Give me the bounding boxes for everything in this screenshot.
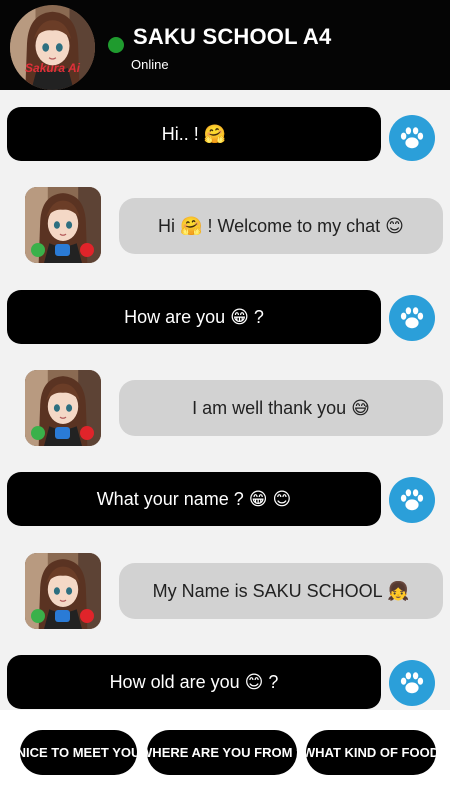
paw-avatar-button[interactable] [389, 295, 435, 341]
quick-reply-button[interactable]: WHAT KIND OF FOOD [306, 730, 436, 775]
hang-up-icon [80, 609, 94, 623]
avatar-caption: Sakura Ai [25, 61, 80, 75]
contact-status: Online [131, 57, 169, 72]
paw-avatar-button[interactable] [389, 660, 435, 706]
video-camera-icon [55, 244, 70, 256]
sent-message: What your name ? 😁 😊 [7, 472, 381, 526]
paw-icon [397, 123, 427, 153]
phone-icon [31, 609, 45, 623]
paw-avatar-button[interactable] [389, 477, 435, 523]
hang-up-icon [80, 426, 94, 440]
message-text: Hi.. ! 🤗 [161, 123, 227, 144]
bot-avatar [25, 553, 101, 629]
quick-reply-label: NICE TO MEET YOU [20, 745, 137, 760]
message-text: How old are you 😊 ? [109, 671, 279, 692]
paw-icon [397, 485, 427, 515]
phone-icon [31, 426, 45, 440]
message-text: What your name ? 😁 😊 [96, 488, 292, 509]
sent-message: How old are you 😊 ? [7, 655, 381, 709]
received-message: Hi 🤗 ! Welcome to my chat 😊 [119, 198, 443, 254]
message-text: Hi 🤗 ! Welcome to my chat 😊 [158, 215, 404, 236]
message-text: I am well thank you 😅 [192, 397, 370, 418]
quick-reply-button[interactable]: NICE TO MEET YOU [20, 730, 137, 775]
video-camera-icon [55, 427, 70, 439]
quick-reply-bar: NICE TO MEET YOU WHERE ARE YOU FROM ? WH… [0, 710, 450, 800]
paw-icon [397, 668, 427, 698]
chat-header: Sakura Ai SAKU SCHOOL A4 Online [0, 0, 450, 90]
sent-message: Hi.. ! 🤗 [7, 107, 381, 161]
received-message: My Name is SAKU SCHOOL 👧 [119, 563, 443, 619]
bot-avatar [25, 370, 101, 446]
quick-reply-button[interactable]: WHERE ARE YOU FROM ? [147, 730, 297, 775]
quick-reply-label: WHERE ARE YOU FROM ? [147, 745, 297, 760]
sent-message: How are you 😁 ? [7, 290, 381, 344]
paw-icon [397, 303, 427, 333]
message-text: My Name is SAKU SCHOOL 👧 [152, 580, 410, 601]
bot-avatar [25, 187, 101, 263]
phone-icon [31, 243, 45, 257]
message-text: How are you 😁 ? [124, 306, 264, 327]
hang-up-icon [80, 243, 94, 257]
video-camera-icon [55, 610, 70, 622]
profile-avatar[interactable]: Sakura Ai [10, 5, 95, 90]
received-message: I am well thank you 😅 [119, 380, 443, 436]
quick-reply-label: WHAT KIND OF FOOD [306, 745, 436, 760]
paw-avatar-button[interactable] [389, 115, 435, 161]
contact-name: SAKU SCHOOL A4 [133, 24, 332, 49]
online-status-dot [108, 37, 124, 53]
message-list[interactable]: Hi.. ! 🤗 Hi 🤗 ! Welcome to my chat 😊 How… [0, 90, 450, 710]
